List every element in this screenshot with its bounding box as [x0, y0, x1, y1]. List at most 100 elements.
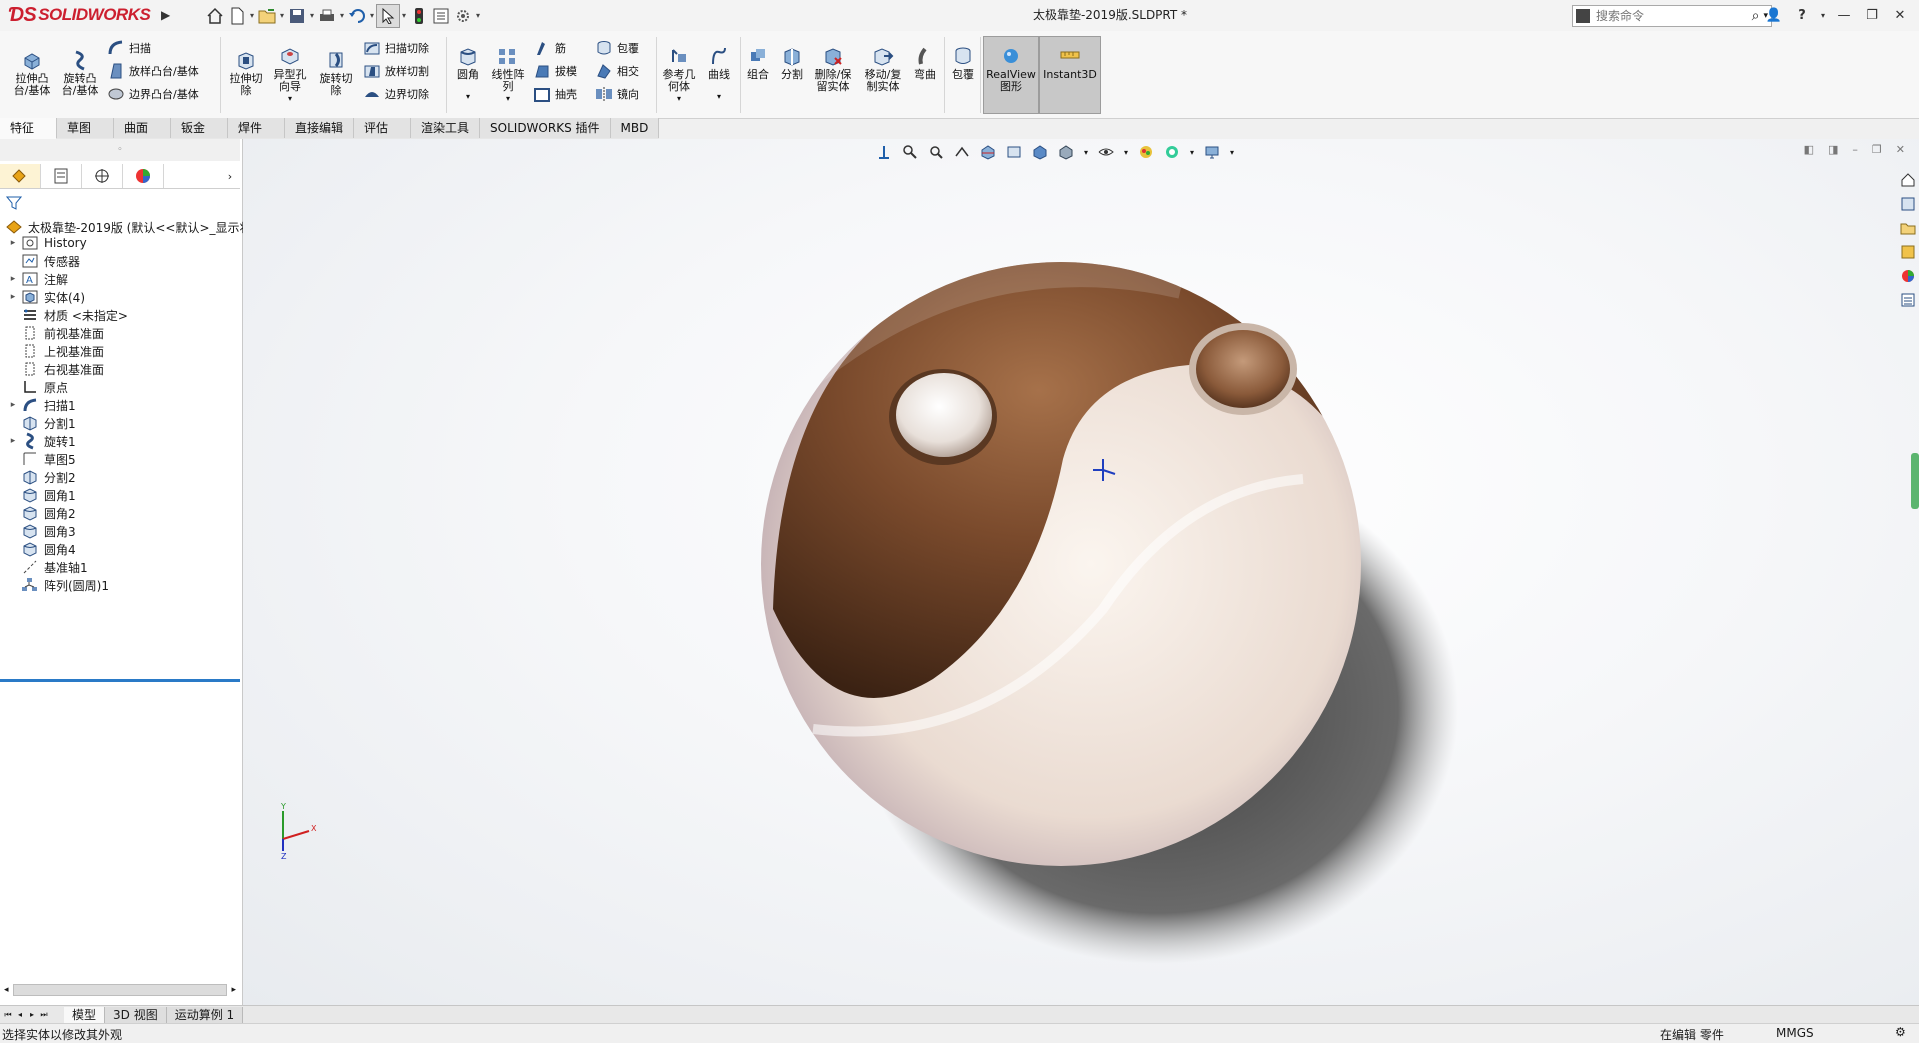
- split-button[interactable]: 分割: [776, 43, 808, 81]
- user-account-icon[interactable]: 👤: [1763, 4, 1785, 26]
- loft-boss-button[interactable]: 放样凸台/基体: [106, 60, 199, 82]
- fillet-button[interactable]: 圆角 ▾: [452, 43, 484, 103]
- new-document-icon[interactable]: [226, 5, 248, 27]
- tree-item[interactable]: 前视基准面: [0, 324, 104, 342]
- tab-motion-study[interactable]: 运动算例 1: [166, 1007, 244, 1023]
- file-properties-icon[interactable]: [430, 5, 452, 27]
- walnut-inlay[interactable]: [1196, 330, 1290, 408]
- save-dropdown-icon[interactable]: ▾: [308, 11, 316, 20]
- expand-arrow-icon[interactable]: ▸: [6, 400, 20, 410]
- select-cursor-icon[interactable]: [376, 3, 400, 28]
- expand-arrow-icon[interactable]: ▸: [6, 292, 20, 302]
- options-gear-icon[interactable]: [452, 5, 474, 27]
- tree-item[interactable]: ▸ 实体(4): [0, 288, 85, 306]
- scroll-right-icon[interactable]: ▸: [231, 985, 236, 995]
- restore-icon[interactable]: ❐: [1861, 4, 1883, 26]
- move-copy-body-button[interactable]: 移动/复 制实体: [860, 43, 906, 93]
- tree-item[interactable]: 基准轴1: [0, 558, 88, 576]
- feature-manager-tab-icon[interactable]: [0, 164, 41, 188]
- linear-pattern-button[interactable]: 线性阵 列 ▾: [488, 43, 528, 105]
- expand-arrow-icon[interactable]: ▸: [6, 436, 20, 446]
- file-explorer-icon[interactable]: [1897, 217, 1919, 239]
- property-manager-tab-icon[interactable]: [41, 164, 82, 188]
- viewport-restore-icon[interactable]: ❐: [1872, 143, 1882, 156]
- tab-mbd[interactable]: MBD: [610, 118, 660, 138]
- intersect-button[interactable]: 相交: [594, 60, 639, 82]
- yin-yang-cushion-model[interactable]: [663, 189, 1483, 969]
- tab-weldments[interactable]: 焊件: [228, 118, 285, 138]
- undo-dropdown-icon[interactable]: ▾: [368, 11, 376, 20]
- first-tab-icon[interactable]: ⏮: [2, 1010, 14, 1020]
- viewport-close-icon[interactable]: ✕: [1896, 143, 1905, 156]
- tree-item[interactable]: ▸ 扫描1: [0, 396, 76, 414]
- hole-wizard-button[interactable]: 异型孔 向导 ▾: [270, 43, 310, 105]
- tree-item[interactable]: 草图5: [0, 450, 76, 468]
- expand-arrow-icon[interactable]: ▸: [6, 238, 20, 248]
- revolve-boss-button[interactable]: 旋转凸 台/基体: [58, 47, 102, 97]
- custom-properties-icon[interactable]: [1897, 289, 1919, 311]
- delete-keep-body-button[interactable]: 删除/保 留实体: [810, 43, 856, 93]
- zoom-to-area-icon[interactable]: [925, 141, 947, 163]
- instant3d-button[interactable]: Instant3D: [1039, 36, 1101, 114]
- search-input[interactable]: [1594, 8, 1738, 24]
- tree-item[interactable]: 圆角4: [0, 540, 76, 558]
- wrap-button[interactable]: 包覆: [594, 37, 639, 59]
- design-library-icon[interactable]: [1897, 193, 1919, 215]
- tree-item[interactable]: 圆角3: [0, 522, 76, 540]
- graphics-scroll-indicator[interactable]: [1911, 453, 1919, 509]
- display-style-icon[interactable]: [1055, 141, 1077, 163]
- new-dropdown-icon[interactable]: ▾: [248, 11, 256, 20]
- panel-collapse-handle-icon[interactable]: ◦: [0, 139, 240, 161]
- rebuild-icon[interactable]: ⚙: [1895, 1025, 1906, 1039]
- view-settings-monitor-icon[interactable]: [1201, 141, 1223, 163]
- tab-3d-views[interactable]: 3D 视图: [105, 1007, 167, 1023]
- viewport-tile-left-icon[interactable]: ◧: [1804, 143, 1814, 156]
- tab-evaluate[interactable]: 评估: [354, 118, 412, 138]
- tab-surfaces[interactable]: 曲面: [114, 118, 171, 138]
- units-selector[interactable]: MMGS: [1776, 1026, 1814, 1040]
- tab-features[interactable]: 特征: [0, 118, 57, 139]
- next-tab-icon[interactable]: ▸: [26, 1010, 38, 1020]
- open-dropdown-icon[interactable]: ▾: [278, 11, 286, 20]
- previous-view-icon[interactable]: [873, 141, 895, 163]
- panel-horizontal-scrollbar[interactable]: ◂ ▸: [4, 983, 236, 997]
- solidworks-resources-icon[interactable]: [1897, 169, 1919, 191]
- home-icon[interactable]: [204, 5, 226, 27]
- minimize-icon[interactable]: —: [1833, 4, 1855, 26]
- tree-item[interactable]: ▸ 旋转1: [0, 432, 76, 450]
- prev-tab-icon[interactable]: ◂: [14, 1010, 26, 1020]
- filter-icon[interactable]: [5, 195, 23, 214]
- menu-expand-arrow-icon[interactable]: ▶: [161, 8, 170, 22]
- tab-sheet-metal[interactable]: 钣金: [171, 118, 228, 138]
- tab-direct-editing[interactable]: 直接编辑: [285, 118, 355, 138]
- open-folder-icon[interactable]: [256, 5, 278, 27]
- extrude-cut-button[interactable]: 拉伸切 除: [226, 47, 266, 97]
- close-icon[interactable]: ✕: [1889, 4, 1911, 26]
- tree-item[interactable]: 传感器: [0, 252, 80, 270]
- apply-scene-icon[interactable]: [1161, 141, 1183, 163]
- options-dropdown-icon[interactable]: ▾: [474, 11, 482, 20]
- tree-item[interactable]: 阵列(圆周)1: [0, 576, 109, 594]
- view-orientation-icon[interactable]: [1029, 141, 1051, 163]
- shell-button[interactable]: 抽壳: [532, 83, 577, 105]
- previous-view-arrow-icon[interactable]: [951, 141, 973, 163]
- reference-geometry-dropdown-icon[interactable]: ▾: [677, 93, 681, 105]
- section-view-icon[interactable]: [977, 141, 999, 163]
- search-command-box[interactable]: ⌕ ▾: [1572, 5, 1772, 27]
- zoom-to-fit-icon[interactable]: [899, 141, 921, 163]
- tree-item[interactable]: 材质 <未指定>: [0, 306, 128, 324]
- extrude-boss-button[interactable]: 拉伸凸 台/基体: [10, 47, 54, 97]
- traffic-light-icon[interactable]: [408, 5, 430, 27]
- curves-dropdown-icon[interactable]: ▾: [717, 91, 721, 103]
- rollback-bar[interactable]: [0, 679, 240, 682]
- realview-graphics-button[interactable]: RealView 图形: [983, 36, 1039, 114]
- select-dropdown-icon[interactable]: ▾: [400, 11, 408, 20]
- configuration-manager-tab-icon[interactable]: [82, 164, 123, 188]
- reference-geometry-button[interactable]: 参考几 何体 ▾: [660, 43, 698, 105]
- rib-button[interactable]: 筋: [532, 37, 566, 59]
- viewport-minimize-icon[interactable]: –: [1852, 143, 1858, 156]
- tree-item[interactable]: 圆角2: [0, 504, 76, 522]
- hide-show-items-icon[interactable]: [1095, 141, 1117, 163]
- graphics-area[interactable]: ▾ ▾ ▾ ▾ ◧ ◨ – ❐ ✕ Y X Z: [243, 139, 1919, 1005]
- tab-sketch[interactable]: 草图: [57, 118, 114, 138]
